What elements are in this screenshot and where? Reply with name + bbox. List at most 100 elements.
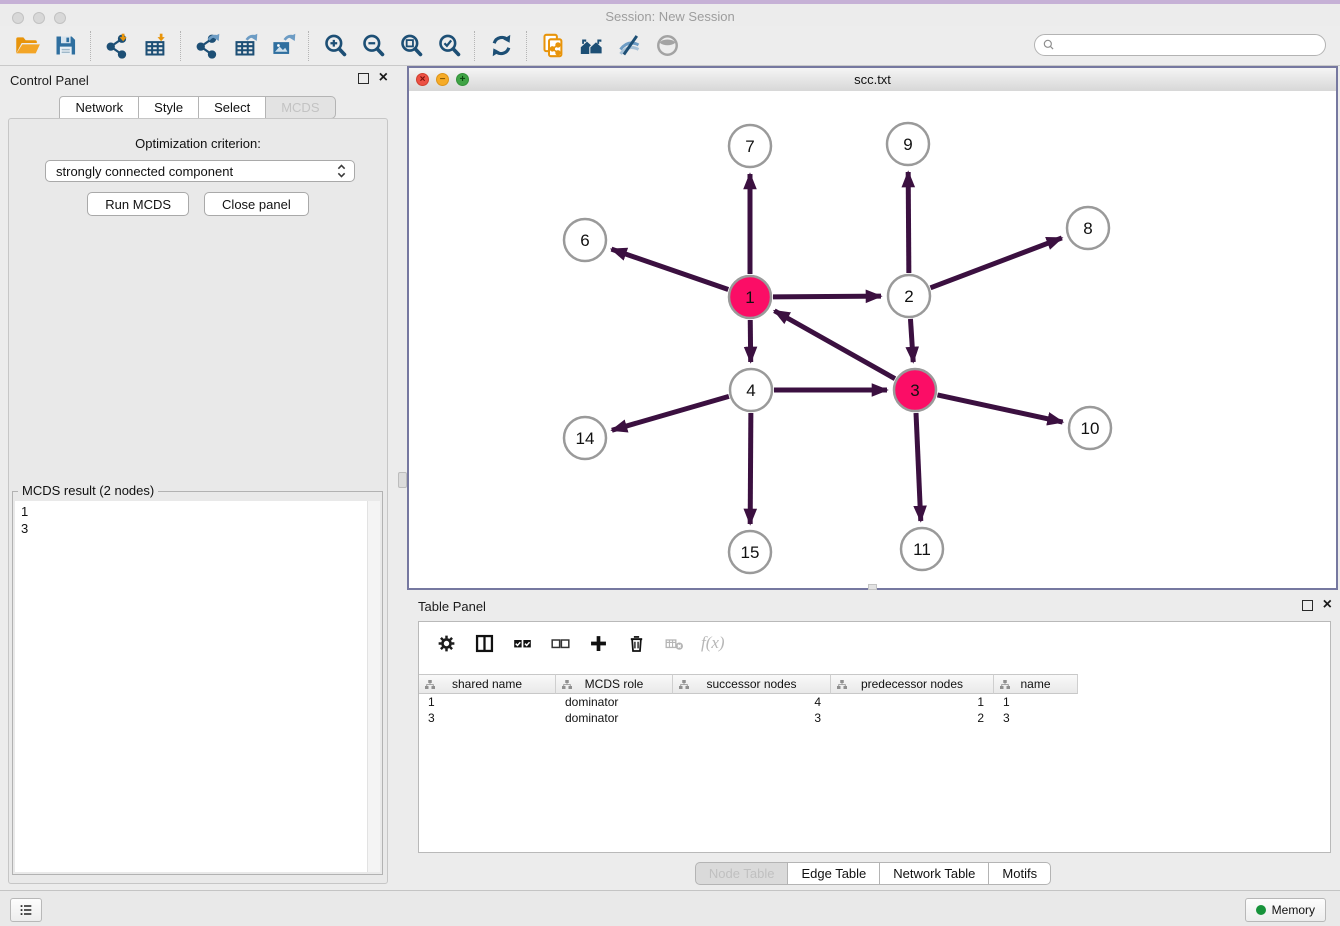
tab-network[interactable]: Network xyxy=(59,96,139,119)
graph-node-6[interactable]: 6 xyxy=(564,219,606,261)
close-panel-button[interactable]: Close panel xyxy=(204,192,309,216)
export-network-button[interactable] xyxy=(188,29,226,63)
graph-edge-3-1[interactable] xyxy=(774,311,895,379)
graph-node-4[interactable]: 4 xyxy=(730,369,772,411)
open-file-button[interactable] xyxy=(8,29,46,63)
add-button[interactable] xyxy=(583,628,613,658)
tab-edge-table[interactable]: Edge Table xyxy=(787,862,880,885)
graph-node-15[interactable]: 15 xyxy=(729,531,771,573)
search-field[interactable] xyxy=(1034,34,1326,56)
splitter-grip[interactable] xyxy=(398,472,407,488)
show-all-button[interactable] xyxy=(648,29,686,63)
tab-mcds[interactable]: MCDS xyxy=(265,96,335,119)
graph-node-1[interactable]: 1 xyxy=(729,276,771,318)
table-cell[interactable]: dominator xyxy=(556,694,673,710)
table-cell[interactable]: 3 xyxy=(419,710,556,726)
tab-node-table[interactable]: Node Table xyxy=(695,862,789,885)
optimization-criterion-dropdown[interactable]: strongly connected component xyxy=(45,160,355,182)
function-builder-button[interactable]: f(x) xyxy=(697,628,729,658)
clone-network-button[interactable] xyxy=(534,29,572,63)
graph-node-10[interactable]: 10 xyxy=(1069,407,1111,449)
export-image-icon xyxy=(270,32,297,59)
export-network-icon xyxy=(194,32,221,59)
export-table-button[interactable] xyxy=(226,29,264,63)
sort-icon xyxy=(561,679,573,691)
search-input[interactable] xyxy=(1060,36,1325,54)
table-row[interactable]: 1dominator411 xyxy=(419,694,1329,710)
table-row[interactable]: 3dominator323 xyxy=(419,710,1329,726)
select-all-button[interactable] xyxy=(507,628,537,658)
mcds-result-list[interactable]: 1 3 xyxy=(15,501,380,872)
close-table-panel-icon[interactable]: × xyxy=(1323,599,1332,611)
graph-edge-3-11[interactable] xyxy=(916,413,921,521)
table-cell[interactable]: 2 xyxy=(831,710,994,726)
export-image-button[interactable] xyxy=(264,29,302,63)
table-cell[interactable]: 3 xyxy=(994,710,1078,726)
task-history-button[interactable] xyxy=(10,898,42,922)
table-cell[interactable]: 4 xyxy=(673,694,831,710)
graph-node-14[interactable]: 14 xyxy=(564,417,606,459)
graph-edge-2-9[interactable] xyxy=(908,172,909,273)
refresh-button[interactable] xyxy=(482,29,520,63)
tab-motifs[interactable]: Motifs xyxy=(988,862,1051,885)
column-header-successor-nodes[interactable]: successor nodes xyxy=(673,674,831,694)
graph-node-11[interactable]: 11 xyxy=(901,528,943,570)
gear-button[interactable] xyxy=(431,628,461,658)
network-graph: 7 9 6 8 1 2 4 3 14 10 15 11 xyxy=(409,91,1336,588)
table-cell[interactable]: dominator xyxy=(556,710,673,726)
table-cell[interactable]: 1 xyxy=(419,694,556,710)
save-button[interactable] xyxy=(46,29,84,63)
table-cell[interactable]: 1 xyxy=(994,694,1078,710)
graph-node-2[interactable]: 2 xyxy=(888,275,930,317)
zoom-selected-icon xyxy=(436,32,463,59)
graph-edge-4-15[interactable] xyxy=(750,413,751,524)
graph-node-9[interactable]: 9 xyxy=(887,123,929,165)
column-header-shared-name[interactable]: shared name xyxy=(419,674,556,694)
graph-edge-3-10[interactable] xyxy=(937,395,1062,422)
delete-button[interactable] xyxy=(621,628,651,658)
first-neighbors-button[interactable] xyxy=(572,29,610,63)
table-cell[interactable]: 3 xyxy=(673,710,831,726)
result-scrollbar[interactable] xyxy=(367,501,380,872)
zoom-out-button[interactable] xyxy=(354,29,392,63)
graph-node-8[interactable]: 8 xyxy=(1067,207,1109,249)
close-panel-icon[interactable]: × xyxy=(379,72,388,84)
graph-edge-1-6[interactable] xyxy=(611,249,728,289)
import-network-button[interactable] xyxy=(98,29,136,63)
columns-button[interactable] xyxy=(469,628,499,658)
node-table-container: f(x) shared name MCDS role successor nod… xyxy=(418,621,1331,853)
zoom-fit-button[interactable] xyxy=(392,29,430,63)
graph-edge-4-14[interactable] xyxy=(612,396,729,430)
float-table-panel-icon[interactable] xyxy=(1302,600,1313,611)
graph-node-3[interactable]: 3 xyxy=(894,369,936,411)
toolbar-separator xyxy=(90,31,92,61)
memory-button[interactable]: Memory xyxy=(1245,898,1326,922)
graph-node-7[interactable]: 7 xyxy=(729,125,771,167)
table-panel: Table Panel × f(x) shared name MCDS role… xyxy=(407,590,1340,890)
column-header-name[interactable]: name xyxy=(994,674,1078,694)
deselect-all-button[interactable] xyxy=(545,628,575,658)
delete-column-button[interactable] xyxy=(659,628,689,658)
graph-edge-2-3[interactable] xyxy=(910,319,913,362)
mcds-result-values: 1 3 xyxy=(15,501,380,539)
gear-icon xyxy=(436,633,457,654)
zoom-in-button[interactable] xyxy=(316,29,354,63)
tab-style[interactable]: Style xyxy=(138,96,199,119)
panel-splitter[interactable] xyxy=(396,66,407,890)
svg-text:2: 2 xyxy=(904,287,913,306)
column-header-predecessor-nodes[interactable]: predecessor nodes xyxy=(831,674,994,694)
tab-network-table[interactable]: Network Table xyxy=(879,862,989,885)
hide-selected-button[interactable] xyxy=(610,29,648,63)
float-panel-icon[interactable] xyxy=(358,73,369,84)
tab-select[interactable]: Select xyxy=(198,96,266,119)
column-header-MCDS-role[interactable]: MCDS role xyxy=(556,674,673,694)
toolbar-separator xyxy=(308,31,310,61)
zoom-selected-button[interactable] xyxy=(430,29,468,63)
network-window-titlebar[interactable]: × − + scc.txt xyxy=(409,68,1336,92)
network-canvas[interactable]: 7 9 6 8 1 2 4 3 14 10 15 11 xyxy=(409,91,1336,588)
import-table-button[interactable] xyxy=(136,29,174,63)
run-mcds-button[interactable]: Run MCDS xyxy=(87,192,189,216)
graph-edge-2-8[interactable] xyxy=(931,238,1062,288)
table-cell[interactable]: 1 xyxy=(831,694,994,710)
graph-edge-1-2[interactable] xyxy=(773,296,881,297)
